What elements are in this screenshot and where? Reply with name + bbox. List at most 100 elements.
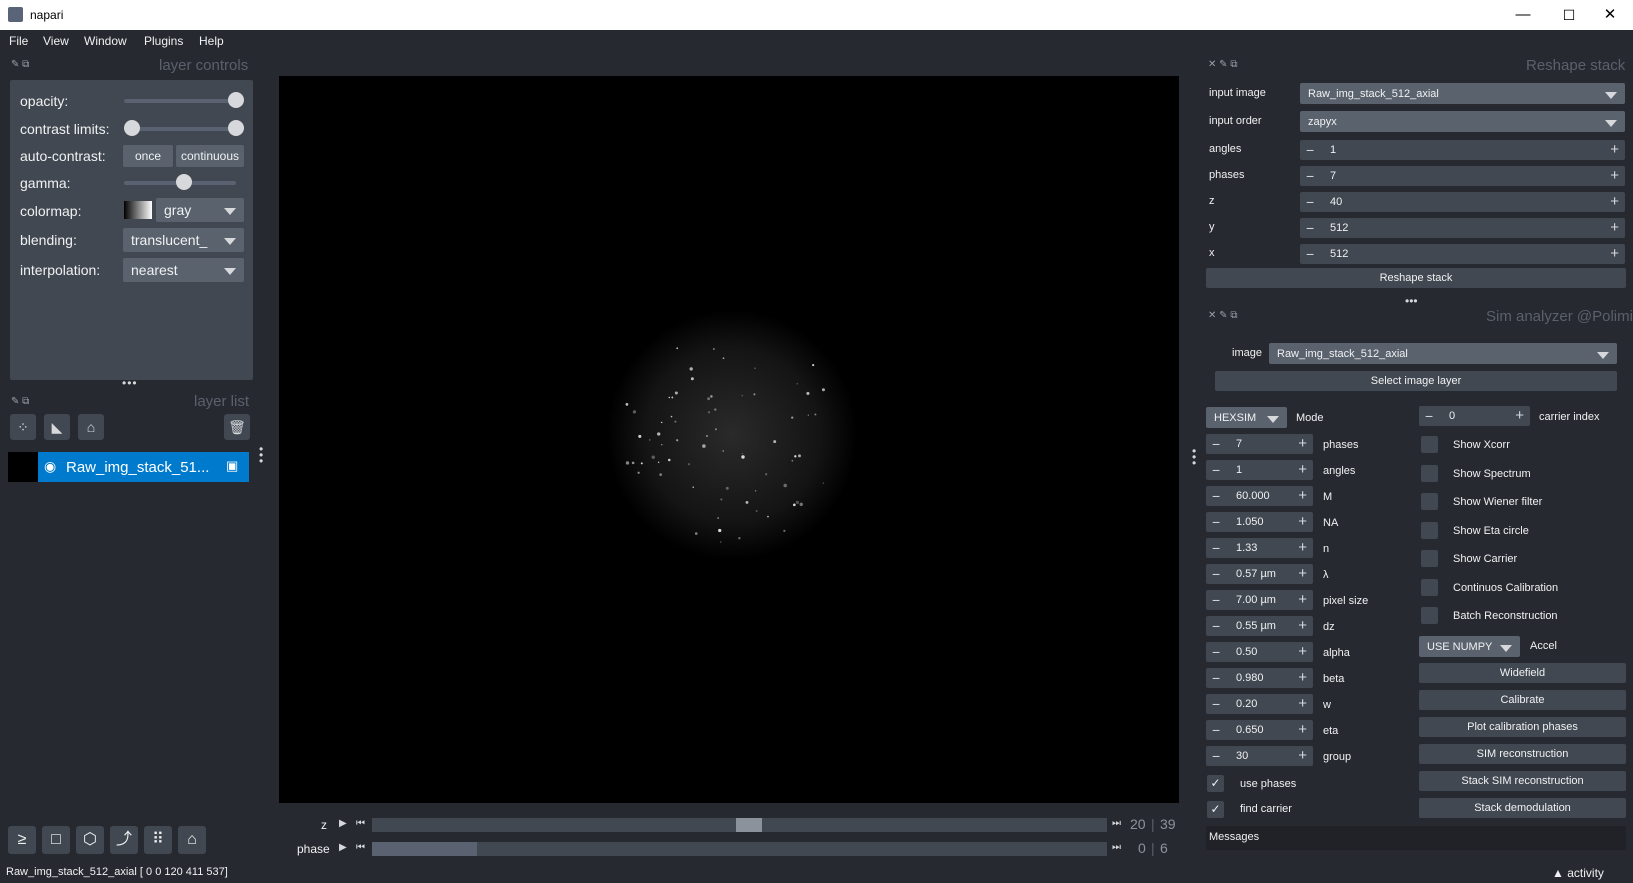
minus-icon[interactable]: − — [1212, 514, 1220, 530]
plus-icon[interactable]: + — [1610, 193, 1619, 210]
param-dz-spinbox[interactable]: − 0.55 µm + — [1206, 616, 1313, 636]
contrast-max-handle[interactable] — [228, 120, 244, 136]
param-n-spinbox[interactable]: − 1.33 + — [1206, 538, 1313, 558]
plus-icon[interactable]: + — [1298, 617, 1307, 634]
reshape-stack-button[interactable]: Reshape stack — [1206, 268, 1626, 288]
minus-icon[interactable]: − — [1212, 462, 1220, 478]
menu-file[interactable]: File — [9, 34, 28, 48]
step-back-icon[interactable]: ⏮ — [356, 842, 365, 853]
menu-view[interactable]: View — [43, 34, 69, 48]
delete-layer-icon[interactable]: 🗑 — [224, 414, 250, 440]
step-forward-icon[interactable]: ⏭ — [1112, 818, 1121, 829]
minus-icon[interactable]: − — [1425, 408, 1433, 424]
minus-icon[interactable]: − — [1212, 748, 1220, 764]
param-na-spinbox[interactable]: − 1.050 + — [1206, 512, 1313, 532]
reshape-y-spinbox[interactable]: − 512 + — [1300, 218, 1625, 238]
accel-dropdown[interactable]: USE NUMPY — [1419, 636, 1520, 657]
roll-dims-icon[interactable]: ⬡ — [76, 826, 104, 854]
viewer-canvas[interactable] — [279, 76, 1179, 803]
new-labels-layer-icon[interactable]: ⌂ — [78, 414, 104, 440]
plus-icon[interactable]: + — [1298, 461, 1307, 478]
home-icon[interactable]: ⌂ — [178, 826, 206, 854]
phase-value[interactable]: 0 — [1138, 840, 1146, 856]
plus-icon[interactable]: + — [1610, 219, 1619, 236]
reshape-angles-spinbox[interactable]: − 1 + — [1300, 140, 1625, 160]
param-pixel-size-spinbox[interactable]: − 7.00 µm + — [1206, 590, 1313, 610]
use-phases-checkbox[interactable]: ✓ — [1207, 775, 1224, 792]
ndisplay-toggle-icon[interactable]: □ — [42, 826, 70, 854]
minus-icon[interactable]: − — [1212, 618, 1220, 634]
blending-dropdown[interactable]: translucent_ — [123, 228, 244, 252]
show-carrier-checkbox[interactable] — [1421, 550, 1438, 567]
calibrate-button[interactable]: Calibrate — [1419, 690, 1626, 710]
contrast-min-handle[interactable] — [124, 120, 140, 136]
minus-icon[interactable]: − — [1212, 696, 1220, 712]
plus-icon[interactable]: + — [1610, 245, 1619, 262]
menu-help[interactable]: Help — [199, 34, 224, 48]
grid-view-icon[interactable]: ⠿ — [144, 826, 172, 854]
auto-contrast-continuous-button[interactable]: continuous — [176, 145, 244, 167]
z-slider-handle[interactable] — [736, 818, 762, 832]
plus-icon[interactable]: + — [1298, 721, 1307, 738]
plus-icon[interactable]: + — [1298, 435, 1307, 452]
contrast-limits-slider[interactable] — [124, 127, 236, 131]
activity-toggle[interactable]: ▲ activity — [1552, 866, 1604, 880]
gamma-slider-handle[interactable] — [176, 174, 192, 190]
reshape-phases-spinbox[interactable]: − 7 + — [1300, 166, 1625, 186]
menu-plugins[interactable]: Plugins — [144, 34, 183, 48]
minus-icon[interactable]: − — [1306, 220, 1314, 236]
plus-icon[interactable]: + — [1298, 669, 1307, 686]
batch-reconstruction-checkbox[interactable] — [1421, 607, 1438, 624]
plus-icon[interactable]: + — [1610, 141, 1619, 158]
plot-calibration-phases-button[interactable]: Plot calibration phases — [1419, 717, 1626, 737]
dock-float-icon[interactable]: ✎ ⧉ — [11, 396, 29, 407]
plus-icon[interactable]: + — [1298, 487, 1307, 504]
opacity-slider-handle[interactable] — [228, 92, 244, 108]
plus-icon[interactable]: + — [1610, 167, 1619, 184]
minus-icon[interactable]: − — [1212, 644, 1220, 660]
interpolation-dropdown[interactable]: nearest — [123, 258, 244, 282]
plus-icon[interactable]: + — [1298, 695, 1307, 712]
layer-item[interactable]: ◉ Raw_img_stack_51... ▣ — [38, 452, 249, 482]
plus-icon[interactable]: + — [1298, 565, 1307, 582]
splitter-handle[interactable]: ••• — [122, 376, 138, 390]
dock-close-icon[interactable]: ✕ ✎ ⧉ — [1208, 310, 1237, 321]
show-wiener-filter-checkbox[interactable] — [1421, 493, 1438, 510]
step-back-icon[interactable]: ⏮ — [356, 818, 365, 829]
show-xcorr-checkbox[interactable] — [1421, 436, 1438, 453]
widefield-button[interactable]: Widefield — [1419, 663, 1626, 683]
plus-icon[interactable]: + — [1515, 407, 1524, 424]
minus-icon[interactable]: − — [1212, 592, 1220, 608]
param-eta-spinbox[interactable]: − 0.650 + — [1206, 720, 1313, 740]
maximize-button[interactable]: ☐ — [1546, 0, 1592, 30]
plus-icon[interactable]: + — [1298, 513, 1307, 530]
continuos-calibration-checkbox[interactable] — [1421, 578, 1438, 596]
phase-slider-handle[interactable] — [372, 842, 477, 856]
console-icon[interactable]: ≥ — [8, 826, 36, 854]
find-carrier-checkbox[interactable]: ✓ — [1207, 801, 1224, 818]
param-beta-spinbox[interactable]: − 0.980 + — [1206, 668, 1313, 688]
param-w-spinbox[interactable]: − 0.20 + — [1206, 694, 1313, 714]
eye-icon[interactable]: ◉ — [44, 458, 56, 475]
minus-icon[interactable]: − — [1212, 488, 1220, 504]
stack-demodulation-button[interactable]: Stack demodulation — [1419, 798, 1626, 818]
vertical-splitter-handle[interactable]: • • • — [1192, 445, 1196, 469]
reshape-z-spinbox[interactable]: − 40 + — [1300, 192, 1625, 212]
plus-icon[interactable]: + — [1298, 591, 1307, 608]
input-image-dropdown[interactable]: Raw_img_stack_512_axial — [1300, 83, 1625, 104]
select-image-layer-button[interactable]: Select image layer — [1215, 371, 1617, 391]
param-angles-spinbox[interactable]: − 1 + — [1206, 460, 1313, 480]
param-lambda-spinbox[interactable]: − 0.57 µm + — [1206, 564, 1313, 584]
minus-icon[interactable]: − — [1212, 540, 1220, 556]
carrier-index-spinbox[interactable]: − 0 + — [1419, 406, 1530, 426]
sim-reconstruction-button[interactable]: SIM reconstruction — [1419, 744, 1626, 764]
new-points-layer-icon[interactable]: ⁘ — [10, 414, 36, 440]
mode-dropdown[interactable]: HEXSIM — [1206, 407, 1287, 428]
dock-close-icon[interactable]: ✕ ✎ ⧉ — [1208, 59, 1237, 70]
minus-icon[interactable]: − — [1212, 566, 1220, 582]
plus-icon[interactable]: + — [1298, 747, 1307, 764]
plus-icon[interactable]: + — [1298, 643, 1307, 660]
show-eta-circle-checkbox[interactable] — [1421, 521, 1438, 539]
new-shapes-layer-icon[interactable]: ◣ — [44, 414, 70, 440]
splitter-handle[interactable]: ••• — [1405, 294, 1418, 308]
